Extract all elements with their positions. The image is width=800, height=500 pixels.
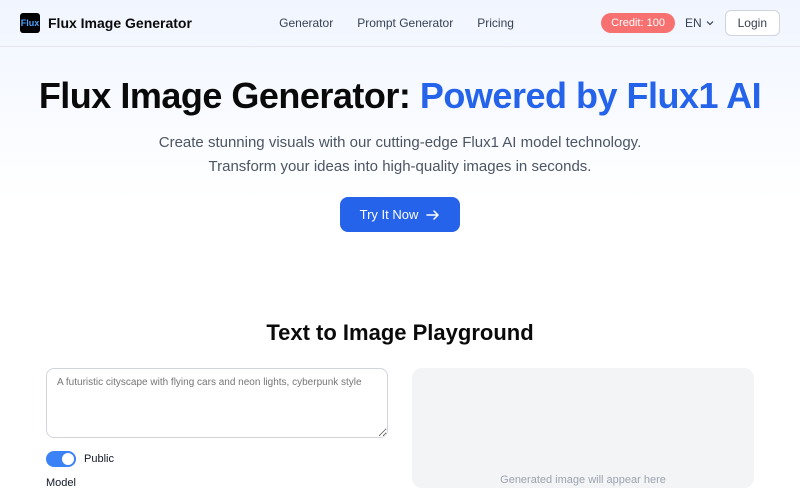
playground-columns: Public Model Generated image will appear… bbox=[46, 368, 754, 489]
language-selector[interactable]: EN bbox=[685, 16, 715, 30]
hero-subtitle: Create stunning visuals with our cutting… bbox=[20, 131, 780, 179]
hero-title: Flux Image Generator: Powered by Flux1 A… bbox=[20, 75, 780, 117]
chevron-down-icon bbox=[705, 18, 715, 28]
try-it-now-button[interactable]: Try It Now bbox=[340, 197, 461, 232]
playground-title: Text to Image Playground bbox=[46, 320, 754, 346]
preview-placeholder-text: Generated image will appear here bbox=[500, 474, 666, 486]
header: Flux Flux Image Generator Generator Prom… bbox=[0, 0, 800, 47]
hero: Flux Image Generator: Powered by Flux1 A… bbox=[0, 47, 800, 292]
nav: Generator Prompt Generator Pricing bbox=[279, 16, 514, 30]
playground-left-column: Public Model bbox=[46, 368, 388, 489]
public-toggle-row: Public bbox=[46, 451, 388, 467]
arrow-right-icon bbox=[426, 209, 440, 221]
login-button[interactable]: Login bbox=[725, 10, 780, 36]
image-preview: Generated image will appear here bbox=[412, 368, 754, 488]
nav-prompt-generator[interactable]: Prompt Generator bbox=[357, 16, 453, 30]
nav-generator[interactable]: Generator bbox=[279, 16, 333, 30]
public-toggle-label: Public bbox=[84, 453, 114, 465]
playground: Text to Image Playground Public Model Ge… bbox=[6, 292, 794, 489]
public-toggle[interactable] bbox=[46, 451, 76, 467]
hero-title-accent: Powered by Flux1 AI bbox=[420, 75, 761, 116]
hero-title-main: Flux Image Generator: bbox=[39, 75, 420, 116]
credit-badge[interactable]: Credit: 100 bbox=[601, 13, 675, 33]
header-right: Credit: 100 EN Login bbox=[601, 10, 780, 36]
cta-label: Try It Now bbox=[360, 207, 419, 222]
playground-right-column: Generated image will appear here bbox=[412, 368, 754, 489]
nav-pricing[interactable]: Pricing bbox=[477, 16, 514, 30]
brand[interactable]: Flux Flux Image Generator bbox=[20, 13, 192, 33]
logo-icon: Flux bbox=[20, 13, 40, 33]
model-label: Model bbox=[46, 477, 388, 489]
brand-name: Flux Image Generator bbox=[48, 15, 192, 31]
hero-sub-line2: Transform your ideas into high-quality i… bbox=[20, 155, 780, 179]
hero-sub-line1: Create stunning visuals with our cutting… bbox=[20, 131, 780, 155]
language-label: EN bbox=[685, 16, 702, 30]
prompt-input[interactable] bbox=[46, 368, 388, 438]
